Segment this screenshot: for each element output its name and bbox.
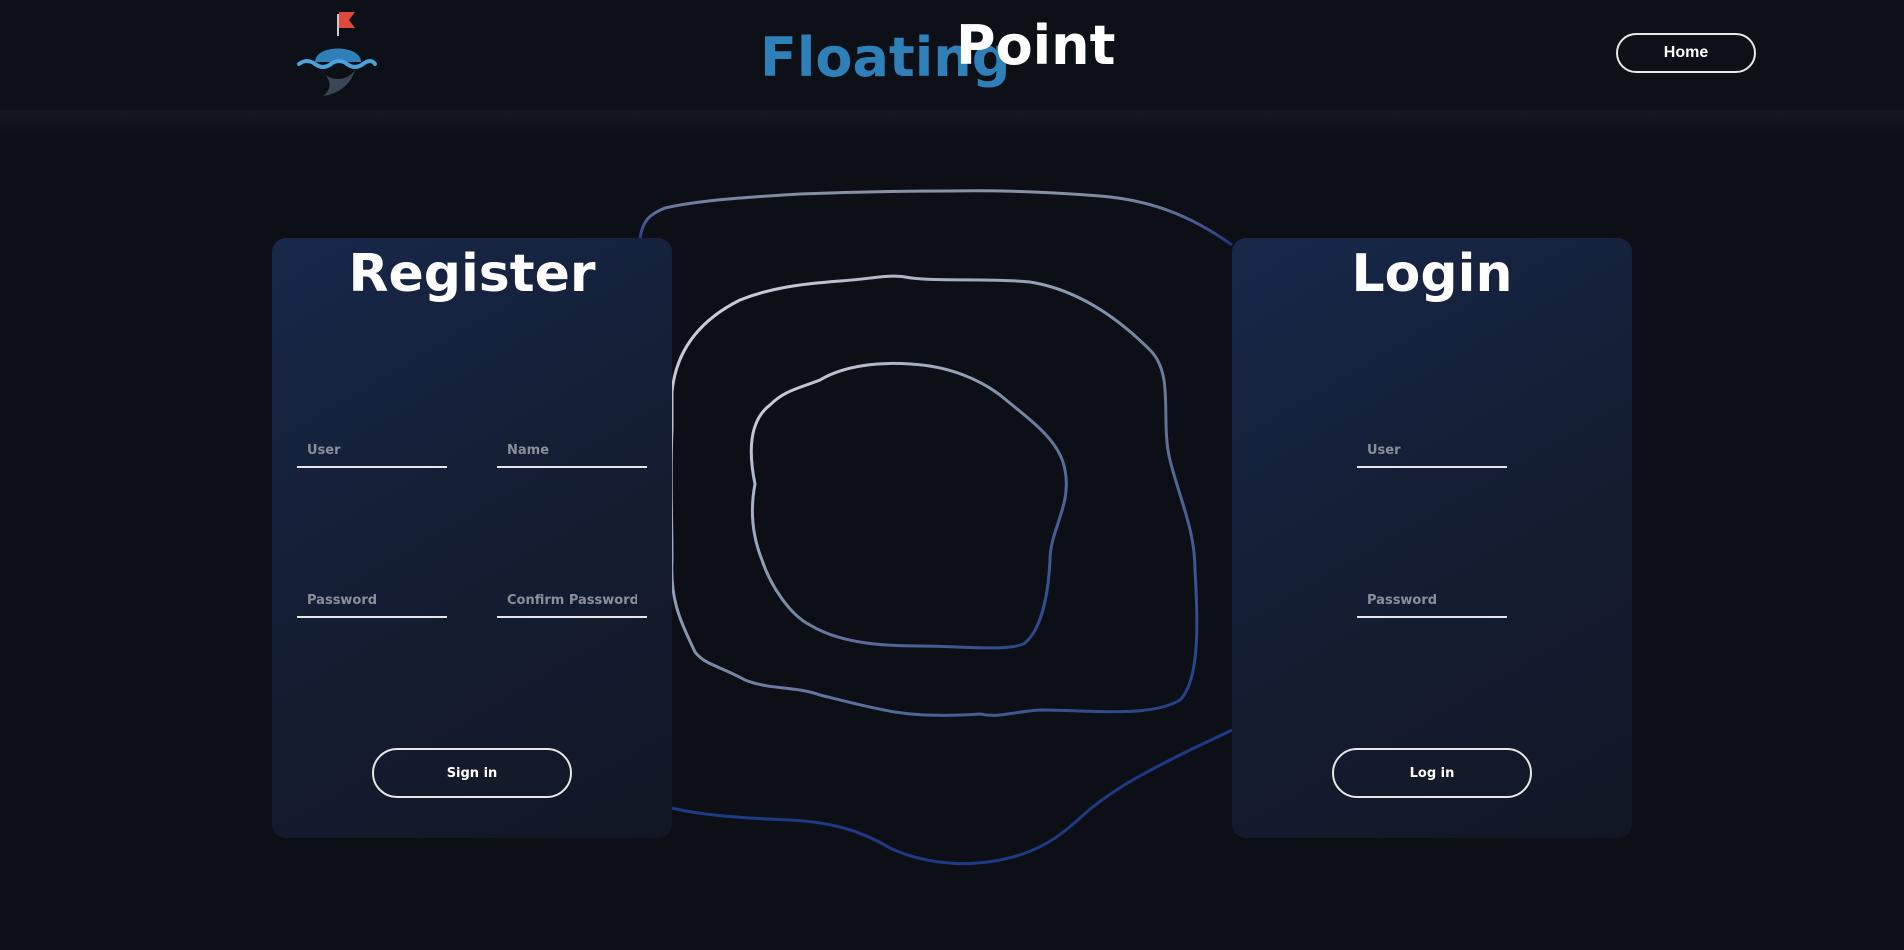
register-name-field (497, 434, 647, 468)
register-panel: Register Sign in (272, 238, 672, 838)
brand-title: Floating Point (760, 14, 1140, 89)
sign-in-button[interactable]: Sign in (372, 748, 572, 798)
page: Floating Point Home Register User Name S… (0, 0, 1904, 950)
login-user-input[interactable] (1357, 434, 1507, 466)
buoy-flag-logo-icon[interactable] (295, 10, 380, 98)
brand-title-point: Point (956, 14, 1116, 77)
login-password-field (1357, 584, 1507, 618)
register-user-field (297, 434, 447, 468)
log-in-button[interactable]: Log in (1332, 748, 1532, 798)
register-confirm-password-input[interactable] (497, 584, 647, 616)
home-button[interactable]: Home (1616, 33, 1756, 73)
login-user-field (1357, 434, 1507, 468)
login-title: Login (1351, 244, 1513, 304)
register-confirm-password-field (497, 584, 647, 618)
header-shadow (0, 110, 1904, 134)
top-navigation-bar: Floating Point Home (0, 0, 1904, 110)
register-user-input[interactable] (297, 434, 447, 466)
register-password-input[interactable] (297, 584, 447, 616)
register-title: Register (348, 244, 596, 304)
login-password-input[interactable] (1357, 584, 1507, 616)
login-panel: Login Log in (1232, 238, 1632, 838)
register-password-field (297, 584, 447, 618)
register-name-input[interactable] (497, 434, 647, 466)
